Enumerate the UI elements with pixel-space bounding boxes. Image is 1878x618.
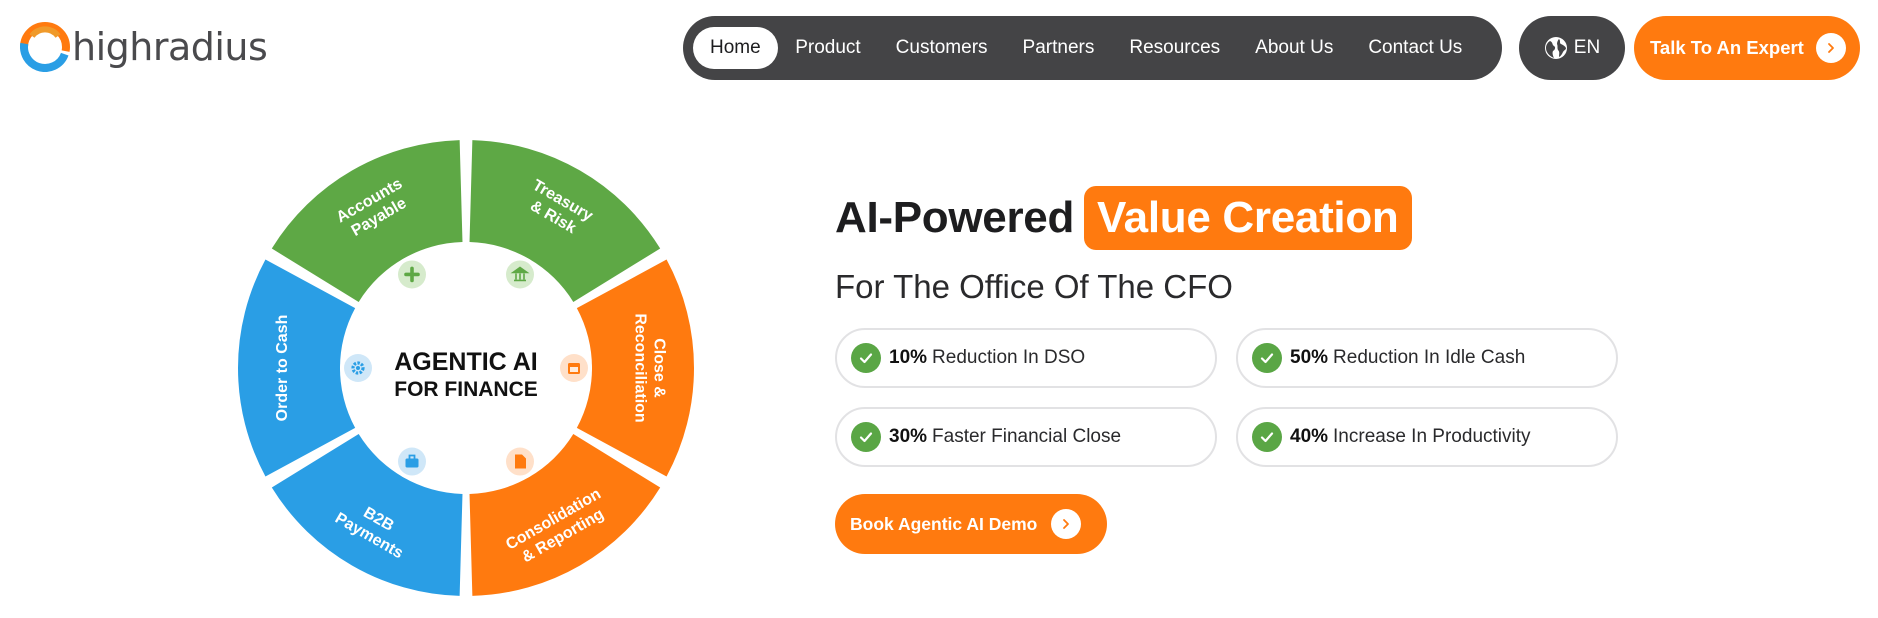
hero-title: AI-Powered Value Creation bbox=[835, 186, 1412, 250]
nav-item-customers[interactable]: Customers bbox=[878, 27, 1005, 69]
book-demo-button[interactable]: Book Agentic AI Demo bbox=[835, 494, 1107, 554]
language-label: EN bbox=[1573, 37, 1601, 58]
stat-card: 30% Faster Financial Close bbox=[835, 407, 1217, 467]
stat-value: 40% bbox=[1290, 426, 1329, 447]
globe-icon bbox=[1544, 37, 1567, 59]
nav-item-about-us[interactable]: About Us bbox=[1238, 27, 1351, 69]
nav-item-contact-us[interactable]: Contact Us bbox=[1351, 27, 1480, 69]
plus-icon bbox=[394, 256, 430, 293]
hero-title-highlight: Value Creation bbox=[1084, 186, 1412, 250]
book-demo-label: Book Agentic AI Demo bbox=[850, 513, 1038, 534]
language-selector[interactable]: EN bbox=[1519, 16, 1625, 80]
hero-subtitle: For The Office Of The CFO bbox=[835, 268, 1233, 305]
talk-to-expert-button[interactable]: Talk To An Expert bbox=[1634, 16, 1860, 80]
chevron-right-icon bbox=[1815, 33, 1846, 63]
brand-name: highradius bbox=[72, 25, 268, 69]
stat-text: Increase In Productivity bbox=[1333, 426, 1531, 447]
bank-icon bbox=[502, 256, 538, 293]
stat-card: 40% Increase In Productivity bbox=[1236, 407, 1618, 467]
stat-value: 10% bbox=[889, 347, 928, 368]
stat-text: Faster Financial Close bbox=[932, 426, 1122, 447]
logo-mark-icon bbox=[20, 22, 70, 72]
check-icon bbox=[1252, 422, 1282, 452]
check-icon bbox=[851, 422, 881, 452]
wheel-segment[interactable] bbox=[237, 259, 356, 477]
calendar-icon bbox=[556, 350, 592, 386]
talk-to-expert-label: Talk To An Expert bbox=[1650, 37, 1804, 58]
wheel-graphic: AGENTIC AI FOR FINANCE Order to CashAcco… bbox=[237, 140, 694, 596]
check-icon bbox=[851, 343, 881, 373]
gear-icon bbox=[340, 350, 376, 386]
wheel-center-line2: FOR FINANCE bbox=[394, 378, 538, 401]
finance-wheel: AGENTIC AI FOR FINANCE Order to Cash Acco… bbox=[236, 138, 696, 598]
briefcase-icon bbox=[394, 443, 430, 480]
hero-title-text: AI-Powered bbox=[835, 193, 1075, 242]
stat-card: 50% Reduction In Idle Cash bbox=[1236, 328, 1618, 388]
check-icon bbox=[1252, 343, 1282, 373]
nav-item-resources[interactable]: Resources bbox=[1112, 27, 1238, 69]
document-icon bbox=[502, 443, 538, 480]
stat-value: 30% bbox=[889, 426, 928, 447]
nav-item-partners[interactable]: Partners bbox=[1005, 27, 1112, 69]
main-nav: Home Product Customers Partners Resource… bbox=[683, 16, 1502, 80]
chevron-right-icon bbox=[1051, 509, 1082, 539]
stat-card: 10% Reduction In DSO bbox=[835, 328, 1217, 388]
nav-item-home[interactable]: Home bbox=[693, 27, 778, 69]
brand-logo[interactable]: highradius bbox=[20, 22, 268, 72]
stat-text: Reduction In DSO bbox=[932, 347, 1086, 368]
stat-text: Reduction In Idle Cash bbox=[1333, 347, 1526, 368]
nav-item-product[interactable]: Product bbox=[778, 27, 878, 69]
stat-value: 50% bbox=[1290, 347, 1329, 368]
wheel-center-line1: AGENTIC AI bbox=[394, 348, 538, 376]
wheel-segment-label: Order to Cash bbox=[274, 315, 291, 422]
